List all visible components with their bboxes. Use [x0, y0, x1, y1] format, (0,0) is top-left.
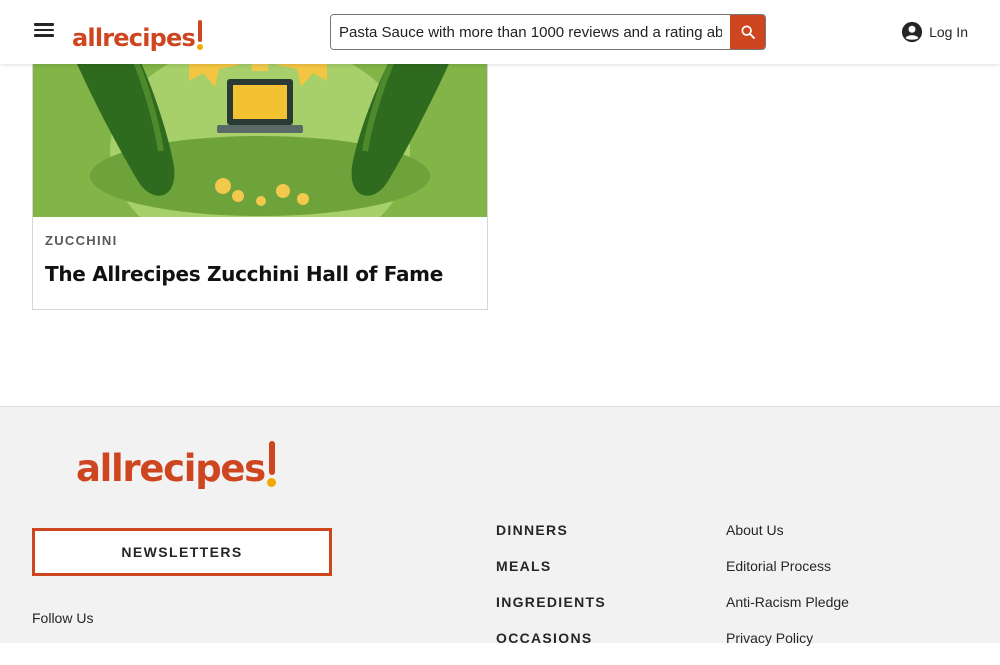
search-icon [740, 25, 755, 39]
site-header: allrecipes Log In [0, 0, 1000, 64]
footer-link-privacy-policy[interactable]: Privacy Policy [726, 629, 849, 665]
menu-icon [30, 23, 58, 37]
menu-button[interactable] [30, 20, 58, 44]
footer-logo[interactable]: allrecipes [76, 441, 278, 487]
footer-nav-categories: DINNERS MEALS INGREDIENTS OCCASIONS [496, 521, 606, 665]
footer-link-dinners[interactable]: DINNERS [496, 521, 606, 557]
footer-link-editorial-process[interactable]: Editorial Process [726, 557, 849, 593]
footer-link-meals[interactable]: MEALS [496, 557, 606, 593]
footer-link-occasions[interactable]: OCCASIONS [496, 629, 606, 665]
login-label: Log In [929, 24, 968, 40]
card-title[interactable]: The Allrecipes Zucchini Hall of Fame [45, 262, 443, 286]
footer-link-ingredients[interactable]: INGREDIENTS [496, 593, 606, 629]
account-icon [901, 21, 923, 43]
search-input[interactable] [331, 15, 730, 49]
site-logo[interactable]: allrecipes [72, 14, 204, 50]
footer-link-anti-racism-pledge[interactable]: Anti-Racism Pledge [726, 593, 849, 629]
logo-wordmark: allrecipes [72, 24, 196, 52]
footer-nav-info: About Us Editorial Process Anti-Racism P… [726, 521, 849, 665]
footer-link-about-us[interactable]: About Us [726, 521, 849, 557]
site-footer: allrecipes NEWSLETTERS Follow Us DINNERS… [0, 406, 1000, 646]
newsletters-button[interactable]: NEWSLETTERS [32, 528, 332, 576]
follow-us-label: Follow Us [32, 610, 94, 626]
card-category-tag[interactable]: ZUCCHINI [45, 233, 443, 248]
login-link[interactable]: Log In [901, 21, 968, 43]
search-bar [330, 14, 766, 50]
footer-logo-wordmark: allrecipes [76, 447, 266, 490]
footer-logo-spoon-icon [266, 441, 278, 487]
search-button[interactable] [730, 15, 765, 49]
logo-spoon-icon [196, 20, 204, 50]
